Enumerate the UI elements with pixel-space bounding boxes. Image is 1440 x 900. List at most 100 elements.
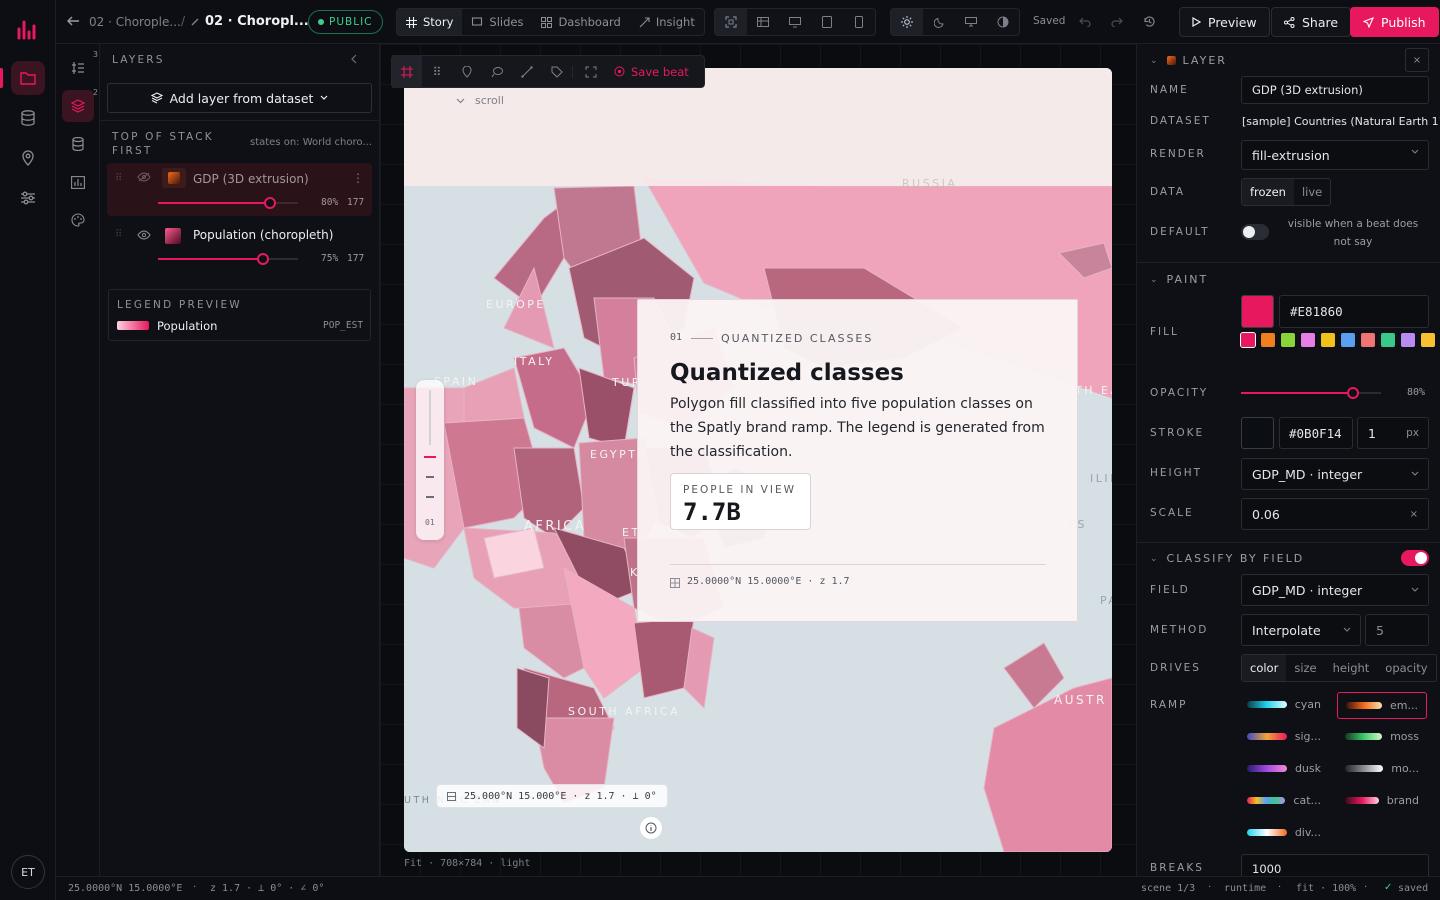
render-select[interactable]: fill-extrusion: [1241, 140, 1429, 170]
app-logo[interactable]: [17, 20, 39, 40]
dataset-value[interactable]: [sample] Countries (Natural Earth 11: [1242, 115, 1440, 128]
table-icon[interactable]: [747, 9, 779, 35]
opacity-track[interactable]: [158, 202, 298, 204]
eye-hidden-icon[interactable]: [137, 172, 151, 182]
opacity-handle[interactable]: [257, 253, 269, 265]
layers-tool[interactable]: 2: [62, 88, 98, 122]
tag-icon[interactable]: [542, 66, 572, 78]
breadcrumb-current[interactable]: 02 · Choropl...: [205, 14, 309, 29]
story-card[interactable]: 01 QUANTIZED CLASSES Quantized classes P…: [637, 299, 1078, 622]
undo-icon[interactable]: [1079, 15, 1091, 27]
color-swatch[interactable]: [1321, 333, 1335, 347]
fit-frame-icon[interactable]: [715, 9, 747, 35]
color-swatch[interactable]: [1341, 333, 1355, 347]
beat-marker[interactable]: [426, 476, 434, 478]
outline-tool[interactable]: 3: [62, 50, 98, 84]
paint-opacity-track[interactable]: [1241, 392, 1381, 394]
drives-size[interactable]: size: [1286, 655, 1324, 681]
beat-scrubber[interactable]: 01: [416, 380, 444, 540]
user-avatar[interactable]: ET: [11, 855, 45, 889]
name-input[interactable]: GDP (3D extrusion): [1241, 76, 1429, 104]
map-view[interactable]: RUSSIA EUROPE ITALY SPAIN TUR EGYPT AFRI…: [404, 68, 1112, 852]
breadcrumb-parent[interactable]: 02 · Chorople...: [89, 15, 181, 29]
ramp-option[interactable]: em...: [1337, 692, 1427, 719]
layer-row-gdp[interactable]: ⠿ GDP (3D extrusion) ⋮ 80% 177: [107, 163, 372, 216]
ramp-option[interactable]: mo...: [1337, 756, 1427, 780]
ramp-option[interactable]: cat...: [1239, 788, 1329, 812]
capture-icon[interactable]: [572, 65, 608, 78]
field-select[interactable]: GDP_MD · integer: [1241, 574, 1429, 606]
ramp-option[interactable]: dusk: [1239, 756, 1329, 780]
clear-icon[interactable]: ×: [1410, 509, 1418, 520]
share-button[interactable]: Share: [1271, 7, 1352, 37]
color-swatch[interactable]: [1361, 333, 1375, 347]
breaks-input[interactable]: 1000: [1241, 854, 1429, 876]
moon-icon[interactable]: [923, 9, 955, 35]
height-select[interactable]: GDP_MD · integer: [1241, 458, 1429, 490]
beat-marker[interactable]: [426, 496, 434, 498]
mode-insight[interactable]: Insight: [630, 9, 704, 35]
desktop-icon[interactable]: [779, 9, 811, 35]
drag-handle-icon[interactable]: ⠿: [115, 229, 122, 240]
contrast-icon[interactable]: [987, 9, 1019, 35]
ramp-option[interactable]: sig...: [1239, 724, 1329, 748]
scale-input[interactable]: 0.06 ×: [1241, 498, 1429, 530]
chart-tool[interactable]: [62, 166, 94, 198]
frame-tool-icon[interactable]: [392, 55, 422, 88]
color-swatch[interactable]: [1381, 333, 1395, 347]
drag-handle-icon[interactable]: ⠿: [115, 173, 122, 184]
opacity-handle[interactable]: [264, 197, 276, 209]
stroke-color-swatch[interactable]: [1241, 417, 1274, 449]
lasso-icon[interactable]: [482, 66, 512, 78]
ramp-option[interactable]: cyan: [1239, 692, 1329, 716]
eye-icon[interactable]: [137, 230, 151, 240]
ramp-option[interactable]: brand: [1337, 788, 1427, 812]
mode-story[interactable]: Story: [397, 9, 463, 35]
print-icon[interactable]: [955, 9, 987, 35]
color-swatch[interactable]: [1281, 333, 1295, 347]
opacity-track[interactable]: [158, 258, 298, 260]
color-swatch[interactable]: [1301, 333, 1315, 347]
info-icon[interactable]: [639, 816, 663, 840]
coords-chip[interactable]: 25.000°N 15.000°E · z 1.7 · ⊥ 0°: [436, 784, 668, 808]
data-tool[interactable]: [62, 128, 94, 160]
drag-icon[interactable]: ⠿: [422, 65, 452, 79]
back-arrow-icon[interactable]: [66, 14, 80, 28]
collapse-panel-icon[interactable]: [350, 54, 358, 64]
drives-height[interactable]: height: [1325, 655, 1378, 681]
location-pin-icon[interactable]: [11, 141, 45, 175]
color-swatch[interactable]: [1421, 333, 1435, 347]
color-swatch[interactable]: [1261, 333, 1275, 347]
add-layer-button[interactable]: Add layer from dataset: [107, 83, 372, 113]
stroke-hex-input[interactable]: #0B0F14: [1279, 417, 1353, 449]
save-beat-button[interactable]: Save beat: [608, 65, 695, 79]
fill-color-swatch[interactable]: [1241, 295, 1274, 328]
fill-hex-input[interactable]: #E81860: [1279, 295, 1429, 328]
layer-row-population[interactable]: ⠿ Population (choropleth) 75% 177: [107, 219, 372, 272]
style-tool[interactable]: [62, 204, 94, 236]
layer-section-header[interactable]: ⌄ LAYER: [1150, 54, 1227, 67]
drives-color[interactable]: color: [1242, 655, 1287, 681]
preview-button[interactable]: Preview: [1179, 7, 1270, 37]
stroke-width-input[interactable]: 1 px: [1357, 417, 1429, 449]
data-live-option[interactable]: live: [1294, 179, 1330, 205]
visibility-badge[interactable]: PUBLIC: [308, 10, 383, 34]
more-vertical-icon[interactable]: ⋮: [352, 171, 364, 185]
folder-icon[interactable]: [0, 61, 45, 95]
mode-dashboard[interactable]: Dashboard: [532, 9, 629, 35]
method-select[interactable]: Interpolate: [1241, 614, 1361, 646]
pin-icon[interactable]: [452, 65, 482, 78]
tablet-icon[interactable]: [811, 9, 843, 35]
sun-icon[interactable]: [891, 9, 923, 35]
states-label[interactable]: states on: World choro...: [250, 137, 372, 148]
default-visibility-toggle[interactable]: [1241, 224, 1269, 240]
sliders-icon[interactable]: [11, 181, 45, 215]
ramp-option[interactable]: div...: [1239, 820, 1329, 844]
redo-icon[interactable]: [1111, 15, 1123, 27]
class-count-input[interactable]: 5: [1365, 614, 1429, 646]
history-icon[interactable]: [1143, 15, 1156, 28]
database-icon[interactable]: [11, 101, 45, 135]
line-icon[interactable]: [512, 65, 542, 78]
paint-opacity-handle[interactable]: [1347, 387, 1359, 399]
publish-button[interactable]: Publish: [1350, 7, 1439, 37]
